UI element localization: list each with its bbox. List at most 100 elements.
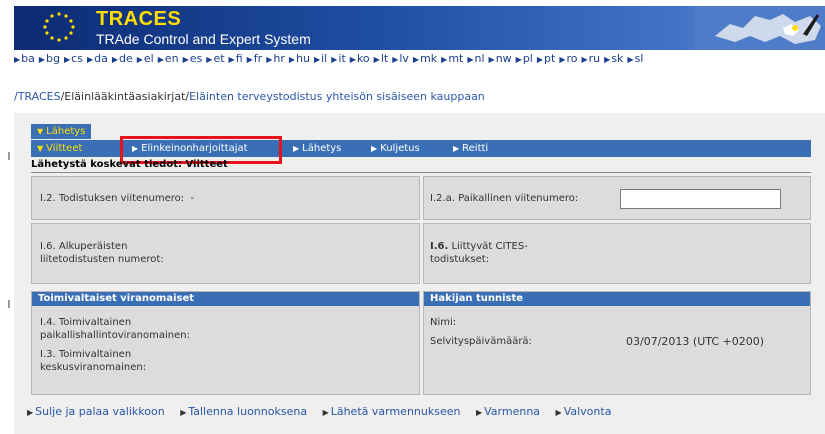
language-link-fr[interactable]: ▶fr <box>247 52 263 65</box>
triangle-right-icon: ▶ <box>559 55 566 64</box>
panel-authorities: Toimivaltaiset viranomaiset I.4. Toimiva… <box>31 291 420 395</box>
breadcrumb-root[interactable]: /TRACES <box>14 90 61 103</box>
app-subtitle: TRAde Control and Expert System <box>96 31 311 47</box>
language-link-de[interactable]: ▶de <box>112 52 133 65</box>
breadcrumb: /TRACES/Eläinlääkintäasiakirjat/Eläinten… <box>14 90 485 103</box>
applicant-heading: Hakijan tunniste <box>424 292 810 306</box>
authorities-heading: Toimivaltaiset viranomaiset <box>32 292 419 306</box>
breadcrumb-current[interactable]: Eläinten terveystodistus yhteisön sisäis… <box>189 90 485 103</box>
triangle-right-icon: ▶ <box>288 55 296 64</box>
language-link-pt[interactable]: ▶pt <box>537 52 555 65</box>
triangle-right-icon: ▶ <box>111 55 118 64</box>
submit-verification-link[interactable]: ▶ Lähetä varmennukseen <box>323 405 461 418</box>
tab-label: Reitti <box>462 143 489 154</box>
language-link-lv[interactable]: ▶lv <box>392 52 409 65</box>
language-link-ru[interactable]: ▶ru <box>582 52 601 65</box>
triangle-right-icon: ▶ <box>331 55 338 64</box>
central-authority-label: I.3. Toimivaltainen keskusviranomainen: <box>40 349 147 373</box>
save-draft-link[interactable]: ▶ Tallenna luonnoksena <box>180 405 307 418</box>
language-link-ko[interactable]: ▶ko <box>350 52 370 65</box>
triangle-right-icon: ▶ <box>467 55 474 64</box>
triangle-right-icon: ▶ <box>604 55 611 64</box>
cites-label: I.6. Liittyvät CITES-todistukset: <box>430 241 528 265</box>
language-link-mt[interactable]: ▶mt <box>441 52 463 65</box>
triangle-right-icon: ▶ <box>392 55 399 64</box>
tab-reitti[interactable]: ▶ Reitti <box>453 140 488 157</box>
triangle-right-icon: ▶ <box>627 55 634 64</box>
tab-label: Viitteet <box>46 143 83 154</box>
local-authority-label: I.4. Toimivaltainen paikallishallintovira… <box>40 317 190 341</box>
triangle-right-icon: ▶ <box>206 55 213 64</box>
triangle-right-icon: ▶ <box>555 408 562 417</box>
language-link-da[interactable]: ▶da <box>87 52 108 65</box>
tab-viitteet[interactable]: ▼ Viitteet <box>37 140 82 157</box>
panel-cites: I.6. Liittyvät CITES-todistukset: <box>423 223 811 284</box>
europe-map-decoration <box>695 6 825 50</box>
triangle-right-icon: ▶ <box>453 144 460 153</box>
triangle-right-icon: ▶ <box>64 55 71 64</box>
close-return-link[interactable]: ▶ Sulje ja palaa valikkoon <box>27 405 165 418</box>
language-bar: ▶ba ▶bg ▶cs ▶da ▶de ▶el ▶en ▶es ▶et ▶fi ▶fr ▶hr ▶hu ▶… <box>14 52 825 66</box>
language-link-il[interactable]: ▶il <box>314 52 327 65</box>
language-link-sk[interactable]: ▶sk <box>604 52 623 65</box>
local-ref-label: I.2.a. Paikallinen viitenumero: <box>430 193 579 204</box>
triangle-right-icon: ▶ <box>412 55 420 64</box>
language-link-lt[interactable]: ▶lt <box>374 52 389 65</box>
language-link-fi[interactable]: ▶fi <box>229 52 243 65</box>
language-link-it[interactable]: ▶it <box>331 52 346 65</box>
panel-orig-certs: I.6. Alkuperäisten liitetodistusten numer… <box>31 223 420 284</box>
tab-kuljetus[interactable]: ▶ Kuljetus <box>371 140 420 157</box>
header-banner: TRACES TRAde Control and Expert System <box>14 6 825 50</box>
applicant-name-label: Nimi: <box>430 317 457 328</box>
language-link-hu[interactable]: ▶hu <box>289 52 310 65</box>
language-link-hr[interactable]: ▶hr <box>266 52 285 65</box>
triangle-right-icon: ▶ <box>536 55 544 64</box>
triangle-right-icon: ▶ <box>266 55 273 64</box>
language-link-sl[interactable]: ▶sl <box>627 52 643 65</box>
triangle-right-icon: ▶ <box>246 55 253 64</box>
triangle-right-icon: ▶ <box>228 55 235 64</box>
triangle-right-icon: ▶ <box>136 55 143 64</box>
section-divider <box>31 172 811 173</box>
tab-lahetys[interactable]: ▶ Lähetys <box>293 140 341 157</box>
triangle-right-icon: ▶ <box>371 144 378 153</box>
triangle-right-icon: ▶ <box>38 55 46 64</box>
triangle-right-icon: ▶ <box>293 144 300 153</box>
language-link-en[interactable]: ▶en <box>158 52 179 65</box>
action-bar: ▶ Sulje ja palaa valikkoon ▶ Tallenna luon… <box>27 405 623 418</box>
form-area: ▼ Lähetys ▼ Viitteet ▶ Elinkeinonharjoittaj… <box>14 113 825 434</box>
language-link-bg[interactable]: ▶bg <box>39 52 60 65</box>
panel-local-ref: I.2.a. Paikallinen viitenumero: <box>423 176 811 220</box>
eu-stars-logo <box>43 12 75 42</box>
triangle-right-icon: ▶ <box>488 55 495 64</box>
triangle-right-icon: ▶ <box>581 55 588 64</box>
language-link-pl[interactable]: ▶pl <box>516 52 533 65</box>
language-link-mk[interactable]: ▶mk <box>413 52 437 65</box>
tab-lahetys-parent[interactable]: ▼ Lähetys <box>31 124 92 139</box>
triangle-down-icon: ▼ <box>37 127 44 136</box>
language-link-ba[interactable]: ▶ba <box>14 52 35 65</box>
language-link-el[interactable]: ▶el <box>137 52 154 65</box>
language-link-nl[interactable]: ▶nl <box>467 52 484 65</box>
language-link-es[interactable]: ▶es <box>183 52 203 65</box>
declaration-date-label: Selvityspäivämäärä: <box>430 336 532 347</box>
tab-label: Lähetys <box>46 126 86 137</box>
triangle-right-icon: ▶ <box>322 408 329 417</box>
triangle-right-icon: ▶ <box>27 408 34 417</box>
declaration-date-value: 03/07/2013 (UTC +0200) <box>626 335 764 348</box>
gutter-marker <box>8 152 10 160</box>
language-link-cs[interactable]: ▶cs <box>64 52 83 65</box>
control-link[interactable]: ▶ Valvonta <box>556 405 612 418</box>
verify-link[interactable]: ▶ Varmenna <box>476 405 540 418</box>
tab-label: Lähetys <box>302 143 342 154</box>
local-ref-input[interactable] <box>620 189 781 209</box>
language-link-et[interactable]: ▶et <box>206 52 224 65</box>
language-link-nw[interactable]: ▶nw <box>489 52 512 65</box>
tab-label: Kuljetus <box>380 143 420 154</box>
triangle-right-icon: ▶ <box>373 55 380 64</box>
panel-applicant: Hakijan tunniste Nimi: Selvityspäivämäär… <box>423 291 811 395</box>
section-title: Lähetystä koskevat tiedot: Viitteet <box>31 159 228 170</box>
triangle-right-icon: ▶ <box>14 55 21 64</box>
language-link-ro[interactable]: ▶ro <box>559 52 577 65</box>
cert-ref-value: - <box>190 193 195 204</box>
